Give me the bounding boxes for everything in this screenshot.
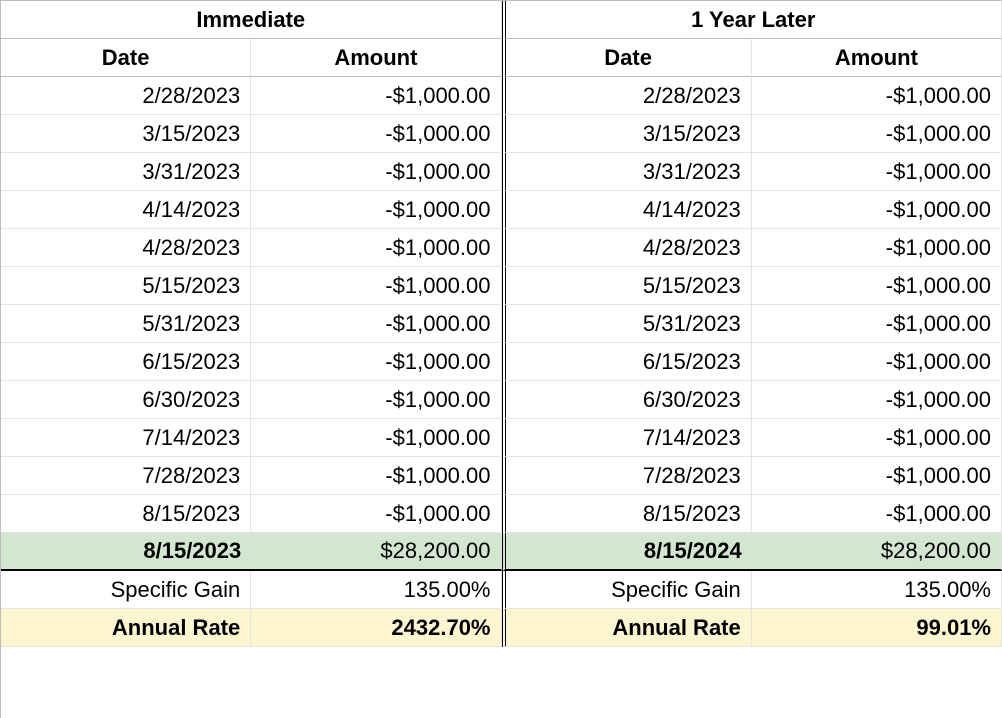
table-cell: -$1,000.00 <box>752 305 1002 343</box>
table-cell: -$1,000.00 <box>251 305 501 343</box>
table-cell: -$1,000.00 <box>251 115 501 153</box>
table-cell: 3/31/2023 <box>1 153 251 191</box>
table-cell: 3/15/2023 <box>1 115 251 153</box>
right-annual-rate-value: 99.01% <box>752 609 1002 647</box>
table-cell: -$1,000.00 <box>752 77 1002 115</box>
table-cell: 6/15/2023 <box>1 343 251 381</box>
comparison-table: Immediate 1 Year Later Date Amount Date … <box>0 0 1002 718</box>
table-cell: -$1,000.00 <box>752 381 1002 419</box>
table-cell: -$1,000.00 <box>251 419 501 457</box>
table-cell: 4/14/2023 <box>1 191 251 229</box>
table-cell: -$1,000.00 <box>752 153 1002 191</box>
table-cell: -$1,000.00 <box>752 419 1002 457</box>
table-cell: 5/31/2023 <box>1 305 251 343</box>
table-cell: -$1,000.00 <box>251 229 501 267</box>
right-payout-date: 8/15/2024 <box>502 533 752 571</box>
table-cell: -$1,000.00 <box>251 153 501 191</box>
left-header-amount: Amount <box>251 39 501 77</box>
table-cell: 4/28/2023 <box>502 229 752 267</box>
table-cell: -$1,000.00 <box>251 77 501 115</box>
table-cell: 6/15/2023 <box>502 343 752 381</box>
table-cell: -$1,000.00 <box>251 343 501 381</box>
table-cell: -$1,000.00 <box>752 457 1002 495</box>
left-payout-date: 8/15/2023 <box>1 533 251 571</box>
table-cell: 2/28/2023 <box>1 77 251 115</box>
right-section-title: 1 Year Later <box>502 1 1002 39</box>
left-annual-rate-value: 2432.70% <box>251 609 501 647</box>
left-specific-gain-value: 135.00% <box>251 571 501 609</box>
right-annual-rate-label: Annual Rate <box>502 609 752 647</box>
right-specific-gain-label: Specific Gain <box>502 571 752 609</box>
table-cell: 8/15/2023 <box>502 495 752 533</box>
table-cell: -$1,000.00 <box>752 343 1002 381</box>
table-cell: 2/28/2023 <box>502 77 752 115</box>
right-header-date: Date <box>502 39 752 77</box>
right-header-amount: Amount <box>752 39 1002 77</box>
table-cell: -$1,000.00 <box>752 229 1002 267</box>
table-cell: -$1,000.00 <box>752 115 1002 153</box>
left-payout-amount: $28,200.00 <box>251 533 501 571</box>
table-cell: 7/14/2023 <box>502 419 752 457</box>
table-cell: 5/15/2023 <box>502 267 752 305</box>
table-cell: 5/31/2023 <box>502 305 752 343</box>
table-cell: 3/15/2023 <box>502 115 752 153</box>
table-cell: -$1,000.00 <box>752 495 1002 533</box>
right-specific-gain-value: 135.00% <box>752 571 1002 609</box>
table-cell: 4/28/2023 <box>1 229 251 267</box>
left-section-title: Immediate <box>1 1 502 39</box>
table-cell: 3/31/2023 <box>502 153 752 191</box>
table-cell: 5/15/2023 <box>1 267 251 305</box>
table-cell: -$1,000.00 <box>752 191 1002 229</box>
table-cell: 6/30/2023 <box>1 381 251 419</box>
table-cell: -$1,000.00 <box>251 495 501 533</box>
table-cell: -$1,000.00 <box>251 457 501 495</box>
left-specific-gain-label: Specific Gain <box>1 571 251 609</box>
left-annual-rate-label: Annual Rate <box>1 609 251 647</box>
table-cell: -$1,000.00 <box>251 381 501 419</box>
table-cell: 7/28/2023 <box>1 457 251 495</box>
table-cell: 7/28/2023 <box>502 457 752 495</box>
table-cell: 6/30/2023 <box>502 381 752 419</box>
table-cell: -$1,000.00 <box>752 267 1002 305</box>
table-cell: -$1,000.00 <box>251 191 501 229</box>
right-payout-amount: $28,200.00 <box>752 533 1002 571</box>
table-cell: 7/14/2023 <box>1 419 251 457</box>
table-cell: -$1,000.00 <box>251 267 501 305</box>
table-cell: 8/15/2023 <box>1 495 251 533</box>
left-header-date: Date <box>1 39 251 77</box>
table-cell: 4/14/2023 <box>502 191 752 229</box>
